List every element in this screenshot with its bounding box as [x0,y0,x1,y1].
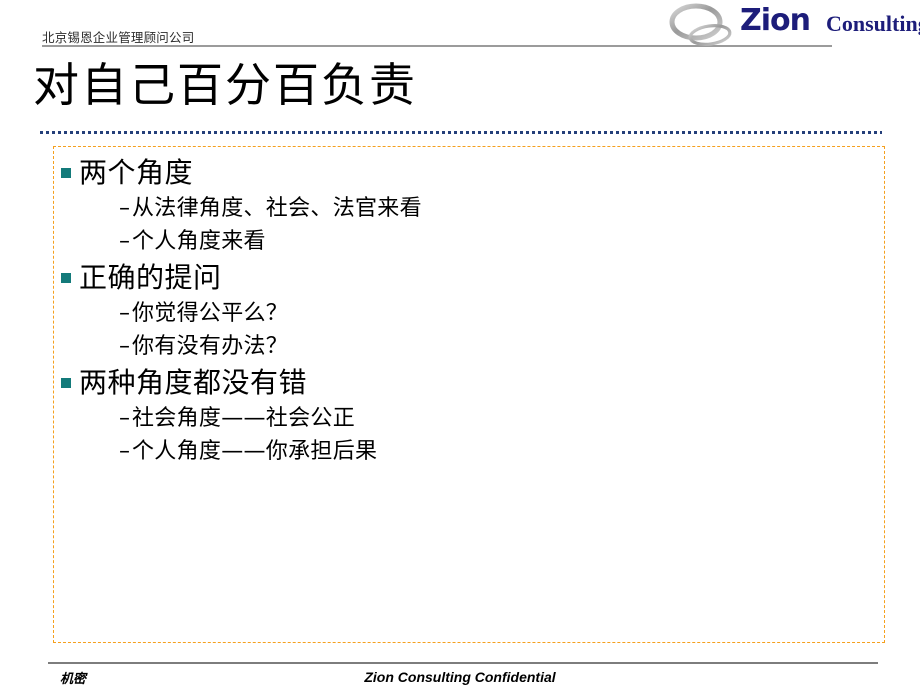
dash-bullet-icon: – [119,334,130,359]
bullet-level2: – 社会角度——社会公正 [61,402,876,435]
bullet-level2-label: 你有没有办法？ [132,334,289,359]
dash-bullet-icon: – [119,229,130,254]
square-bullet-icon [61,168,71,178]
bullet-level1-label: 两个角度 [79,156,194,189]
logo-wordmark: Zion [740,3,811,38]
slide-canvas: 北京锡恩企业管理顾问公司 Zion Consulting 对自己百分百负责 两个… [0,0,920,690]
bullet-level1: 两个角度 [61,155,876,191]
logo-subtitle: Consulting [826,11,920,36]
content-frame: 两个角度 – 从法律角度、社会、法官来看 – 个人角度来看 正确的提问 – 你觉… [53,146,885,643]
bullet-level1: 正确的提问 [61,260,876,296]
bullet-group: 两种角度都没有错 – 社会角度——社会公正 – 个人角度——你承担后果 [61,365,876,468]
footer-divider-rule [48,662,878,664]
bullet-level2-label: 从法律角度、社会、法官来看 [132,196,422,221]
square-bullet-icon [61,378,71,388]
bullet-level2-label: 你觉得公平么？ [132,301,289,326]
bullet-level2: – 你觉得公平么？ [61,297,876,330]
brand-logo: Zion Consulting [664,0,920,48]
header-company-name: 北京锡恩企业管理顾问公司 [42,30,195,45]
footer-confidential-en: Zion Consulting Confidential [364,669,556,685]
slide-title: 对自己百分百负责 [33,60,417,111]
bullet-group: 正确的提问 – 你觉得公平么？ – 你有没有办法？ [61,260,876,363]
bullet-level2-label: 社会角度——社会公正 [132,406,356,431]
bullet-level1: 两种角度都没有错 [61,365,876,401]
bullet-level1-label: 两种角度都没有错 [79,366,308,399]
ring-ellipse-icon [669,3,732,46]
bullet-level2-label: 个人角度——你承担后果 [132,439,378,464]
bullet-level2: – 个人角度——你承担后果 [61,435,876,468]
bullet-level2: – 个人角度来看 [61,225,876,258]
dash-bullet-icon: – [119,406,130,431]
bullet-list: 两个角度 – 从法律角度、社会、法官来看 – 个人角度来看 正确的提问 – 你觉… [61,155,876,470]
bullet-level1-label: 正确的提问 [79,261,222,294]
dash-bullet-icon: – [119,196,130,221]
dotted-divider [40,131,882,134]
bullet-level2: – 你有没有办法？ [61,330,876,363]
bullet-level2: – 从法律角度、社会、法官来看 [61,192,876,225]
dash-bullet-icon: – [119,301,130,326]
bullet-level2-label: 个人角度来看 [132,229,266,254]
bullet-group: 两个角度 – 从法律角度、社会、法官来看 – 个人角度来看 [61,155,876,258]
square-bullet-icon [61,273,71,283]
dash-bullet-icon: – [119,439,130,464]
